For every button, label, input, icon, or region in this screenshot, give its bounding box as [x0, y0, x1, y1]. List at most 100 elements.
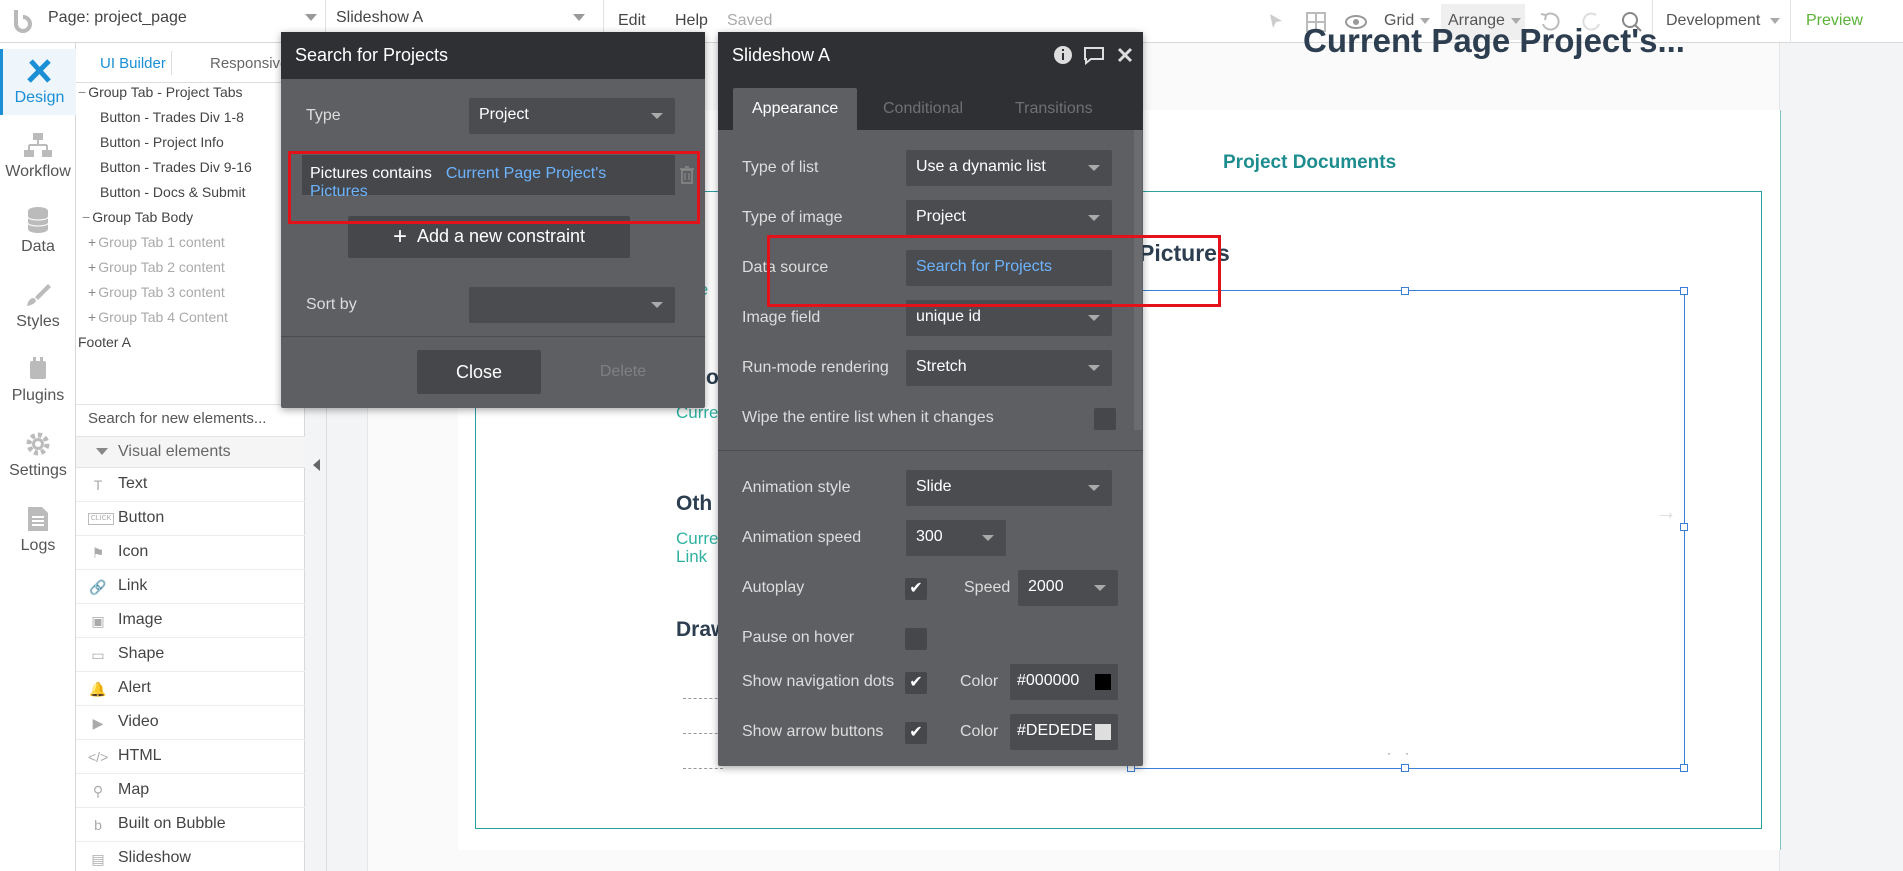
rail-data[interactable]: Data [0, 206, 76, 256]
expand-icon[interactable]: + [88, 234, 96, 250]
preview-button[interactable]: Preview [1806, 12, 1863, 30]
wipe-list-checkbox[interactable] [1094, 408, 1116, 430]
palette-item-slideshow[interactable]: ▤ Slideshow [76, 842, 305, 871]
nav-dots-checkbox[interactable]: ✔ [905, 672, 927, 694]
pause-on-hover-checkbox[interactable] [905, 628, 927, 650]
tree-row[interactable]: + Group Tab 2 content [88, 259, 225, 275]
palette-item-label: Link [118, 577, 148, 594]
rail-logs[interactable]: Logs [0, 505, 76, 555]
tab-appearance[interactable]: Appearance [733, 88, 858, 130]
collapse-icon[interactable]: − [78, 84, 86, 100]
checkmark-icon: ✔ [909, 674, 923, 691]
search-popup-title[interactable]: Search for Projects [281, 32, 705, 79]
tree-row[interactable]: Footer A [78, 334, 131, 350]
animation-style-dropdown[interactable]: Slide [906, 470, 1112, 506]
tree-row[interactable]: − Group Tab - Project Tabs [78, 84, 243, 100]
palette-item-link[interactable]: 🔗 Link [76, 570, 305, 604]
rail-settings[interactable]: Settings [0, 430, 76, 480]
resize-handle[interactable] [1401, 287, 1409, 295]
palette-item-button[interactable]: CLICK Button [76, 502, 305, 536]
tree-row[interactable]: Button - Project Info [100, 134, 224, 150]
autoplay-checkbox[interactable]: ✔ [905, 578, 927, 600]
info-icon[interactable] [1053, 45, 1073, 65]
brush-icon [27, 284, 51, 306]
speed-dropdown[interactable]: 2000 [1018, 570, 1118, 606]
expand-icon[interactable]: + [88, 309, 96, 325]
tree-row-label: Group Tab 1 content [98, 234, 225, 250]
tab-ui-builder[interactable]: UI Builder [100, 55, 166, 72]
tab-transitions[interactable]: Transitions [1015, 88, 1093, 130]
element-search-input[interactable]: Search for new elements... [76, 404, 305, 434]
animation-style-label: Animation style [742, 479, 851, 496]
left-nav-rail: Design Workflow Data Styles Plugins Sett… [0, 43, 76, 871]
expand-icon[interactable]: + [88, 284, 96, 300]
palette-item-alert[interactable]: 🔔 Alert [76, 672, 305, 706]
tab-conditional[interactable]: Conditional [883, 88, 963, 130]
arrow-color-swatch[interactable] [1095, 724, 1111, 740]
tree-row[interactable]: − Group Tab Body [82, 209, 193, 225]
type-of-image-dropdown[interactable]: Project [906, 200, 1112, 236]
animation-speed-dropdown[interactable]: 300 [906, 520, 1006, 556]
tab-responsive[interactable]: Responsive [210, 55, 288, 72]
resize-handle[interactable] [1680, 523, 1688, 531]
visual-elements-category[interactable]: Visual elements [76, 436, 305, 468]
palette-item-label: HTML [118, 747, 162, 764]
tree-row[interactable]: Button - Docs & Submit [100, 184, 246, 200]
close-button[interactable]: Close [417, 350, 541, 394]
menu-edit[interactable]: Edit [618, 12, 646, 30]
slideshow-element[interactable]: → ·· [1127, 287, 1688, 772]
delete-button[interactable]: Delete [561, 350, 685, 394]
palette-item-video[interactable]: ▶ Video [76, 706, 305, 740]
canvas-text-fragment[interactable]: Link [676, 547, 707, 567]
palette-item-label: Text [118, 475, 148, 492]
rail-styles[interactable]: Styles [0, 281, 76, 331]
resize-handle[interactable] [1680, 287, 1688, 295]
collapse-icon[interactable]: − [82, 209, 90, 225]
menu-help[interactable]: Help [675, 12, 708, 30]
collapse-arrow-icon[interactable] [313, 459, 320, 471]
palette-item-text[interactable]: T Text [76, 468, 305, 502]
tree-row[interactable]: + Group Tab 3 content [88, 284, 225, 300]
tree-row[interactable]: + Group Tab 1 content [88, 234, 225, 250]
tree-row[interactable]: Button - Trades Div 1-8 [100, 109, 244, 125]
canvas-text-fragment[interactable]: o [706, 366, 719, 390]
page-headline[interactable]: Current Page Project's... [1303, 22, 1685, 60]
resize-handle[interactable] [1680, 764, 1688, 772]
type-of-list-dropdown[interactable]: Use a dynamic list [906, 150, 1112, 186]
comment-icon[interactable] [1082, 45, 1106, 65]
close-icon[interactable] [1116, 46, 1134, 64]
palette-item-html[interactable]: </> HTML [76, 740, 305, 774]
document-icon [28, 507, 48, 531]
rail-plugins[interactable]: Plugins [0, 355, 76, 405]
project-documents-title[interactable]: Project Documents [1223, 152, 1396, 174]
rail-workflow[interactable]: Workflow [0, 131, 76, 181]
palette-item-map[interactable]: ⚲ Map [76, 774, 305, 808]
bubble-logo-icon[interactable] [10, 8, 36, 36]
cursor-icon[interactable] [1264, 10, 1288, 34]
dashed-line [683, 698, 723, 699]
palette-item-image[interactable]: ▣ Image [76, 604, 305, 638]
arrow-buttons-checkbox[interactable]: ✔ [905, 722, 927, 744]
palette-item-icon[interactable]: ⚑ Icon [76, 536, 305, 570]
tree-row-label: Footer A [78, 334, 131, 350]
slideshow-popup-header[interactable]: Slideshow A [718, 32, 1143, 79]
slideshow-properties-popup: Slideshow A Appearance Conditional Trans… [718, 32, 1143, 766]
palette-item-shape[interactable]: ▭ Shape [76, 638, 305, 672]
canvas-text-fragment[interactable]: Curre [676, 529, 719, 549]
element-selector[interactable]: Slideshow A [336, 9, 586, 27]
tree-row[interactable]: Button - Trades Div 9-16 [100, 159, 252, 175]
tree-row-label: Button - Trades Div 9-16 [100, 159, 252, 175]
rail-design[interactable]: Design [0, 49, 76, 115]
tree-row[interactable]: + Group Tab 4 Content [88, 309, 228, 325]
element-type-icon: b [94, 817, 102, 833]
run-mode-dropdown[interactable]: Stretch [906, 350, 1112, 386]
type-dropdown[interactable]: Project [469, 98, 675, 134]
palette-item-built-on-bubble[interactable]: b Built on Bubble [76, 808, 305, 842]
sort-dropdown[interactable] [469, 287, 675, 323]
nav-dots-color-swatch[interactable] [1095, 674, 1111, 690]
resize-handle[interactable] [1401, 764, 1409, 772]
tree-row-label: Button - Project Info [100, 134, 224, 150]
canvas-text-fragment[interactable]: Oth [676, 492, 712, 516]
expand-icon[interactable]: + [88, 259, 96, 275]
page-selector[interactable]: Page: project_page [48, 9, 317, 27]
